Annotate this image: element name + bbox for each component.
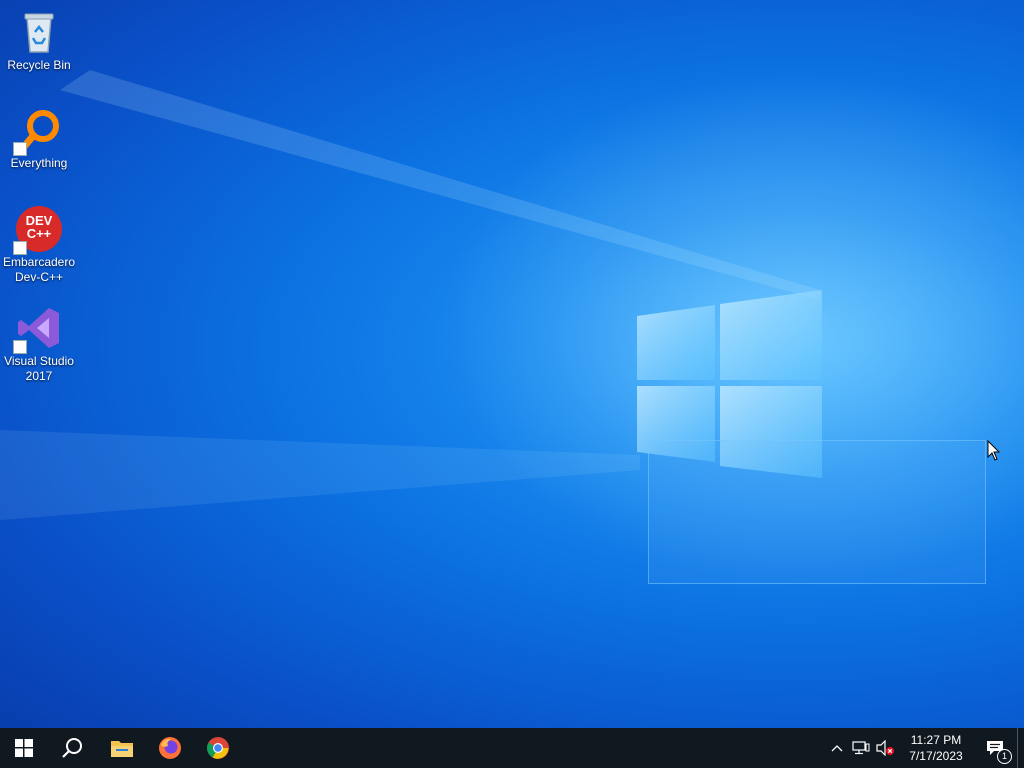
shortcut-arrow-icon bbox=[13, 340, 27, 354]
show-desktop-button[interactable] bbox=[1017, 728, 1024, 768]
taskbar-firefox[interactable] bbox=[146, 728, 194, 768]
start-button[interactable] bbox=[0, 728, 48, 768]
volume-button[interactable] bbox=[873, 728, 897, 768]
network-button[interactable] bbox=[849, 728, 873, 768]
taskbar-clock[interactable]: 11:27 PM 7/17/2023 bbox=[897, 732, 975, 764]
desktop-icon-label: Visual Studio 2017 bbox=[4, 354, 74, 383]
taskbar-file-explorer[interactable] bbox=[98, 728, 146, 768]
tray-overflow-button[interactable] bbox=[825, 728, 849, 768]
wallpaper bbox=[0, 0, 1024, 728]
clock-date: 7/17/2023 bbox=[909, 749, 963, 763]
shortcut-arrow-icon bbox=[13, 241, 27, 255]
desktop-icon-everything[interactable]: Everything bbox=[2, 106, 76, 171]
clock-time: 11:27 PM bbox=[910, 733, 962, 747]
desktop-icon-label: Recycle Bin bbox=[7, 58, 71, 72]
system-tray: 11:27 PM 7/17/2023 1 bbox=[825, 728, 1024, 768]
windows-start-icon bbox=[15, 739, 33, 757]
recycle-bin-icon bbox=[15, 8, 63, 56]
everything-search-icon bbox=[13, 106, 63, 156]
volume-muted-icon bbox=[876, 740, 894, 756]
chevron-up-icon bbox=[831, 745, 843, 752]
search-button[interactable] bbox=[48, 728, 96, 768]
devcpp-icon: DEV C++ bbox=[13, 205, 63, 255]
notification-count-badge: 1 bbox=[997, 749, 1012, 764]
desktop-icon-visual-studio[interactable]: Visual Studio 2017 bbox=[2, 304, 76, 384]
selection-rectangle bbox=[648, 440, 986, 584]
network-icon bbox=[852, 741, 870, 755]
devcpp-glyph-text: DEV C++ bbox=[25, 213, 53, 241]
chrome-icon bbox=[207, 737, 229, 759]
firefox-icon bbox=[159, 737, 181, 759]
mouse-cursor-icon bbox=[987, 440, 1001, 461]
shortcut-arrow-icon bbox=[13, 142, 27, 156]
folder-icon bbox=[111, 741, 133, 757]
desktop-icon-label: Everything bbox=[10, 156, 68, 170]
taskbar-chrome[interactable] bbox=[194, 728, 242, 768]
desktop-icon-devcpp[interactable]: DEV C++ Embarcadero Dev-C++ bbox=[2, 205, 76, 285]
taskbar: 11:27 PM 7/17/2023 1 bbox=[0, 728, 1024, 768]
desktop-icon-recycle-bin[interactable]: Recycle Bin bbox=[2, 8, 76, 73]
desktop-icon-label: Embarcadero Dev-C++ bbox=[2, 255, 76, 284]
visual-studio-icon bbox=[13, 304, 63, 354]
search-icon bbox=[62, 738, 82, 758]
action-center-button[interactable]: 1 bbox=[975, 728, 1015, 768]
